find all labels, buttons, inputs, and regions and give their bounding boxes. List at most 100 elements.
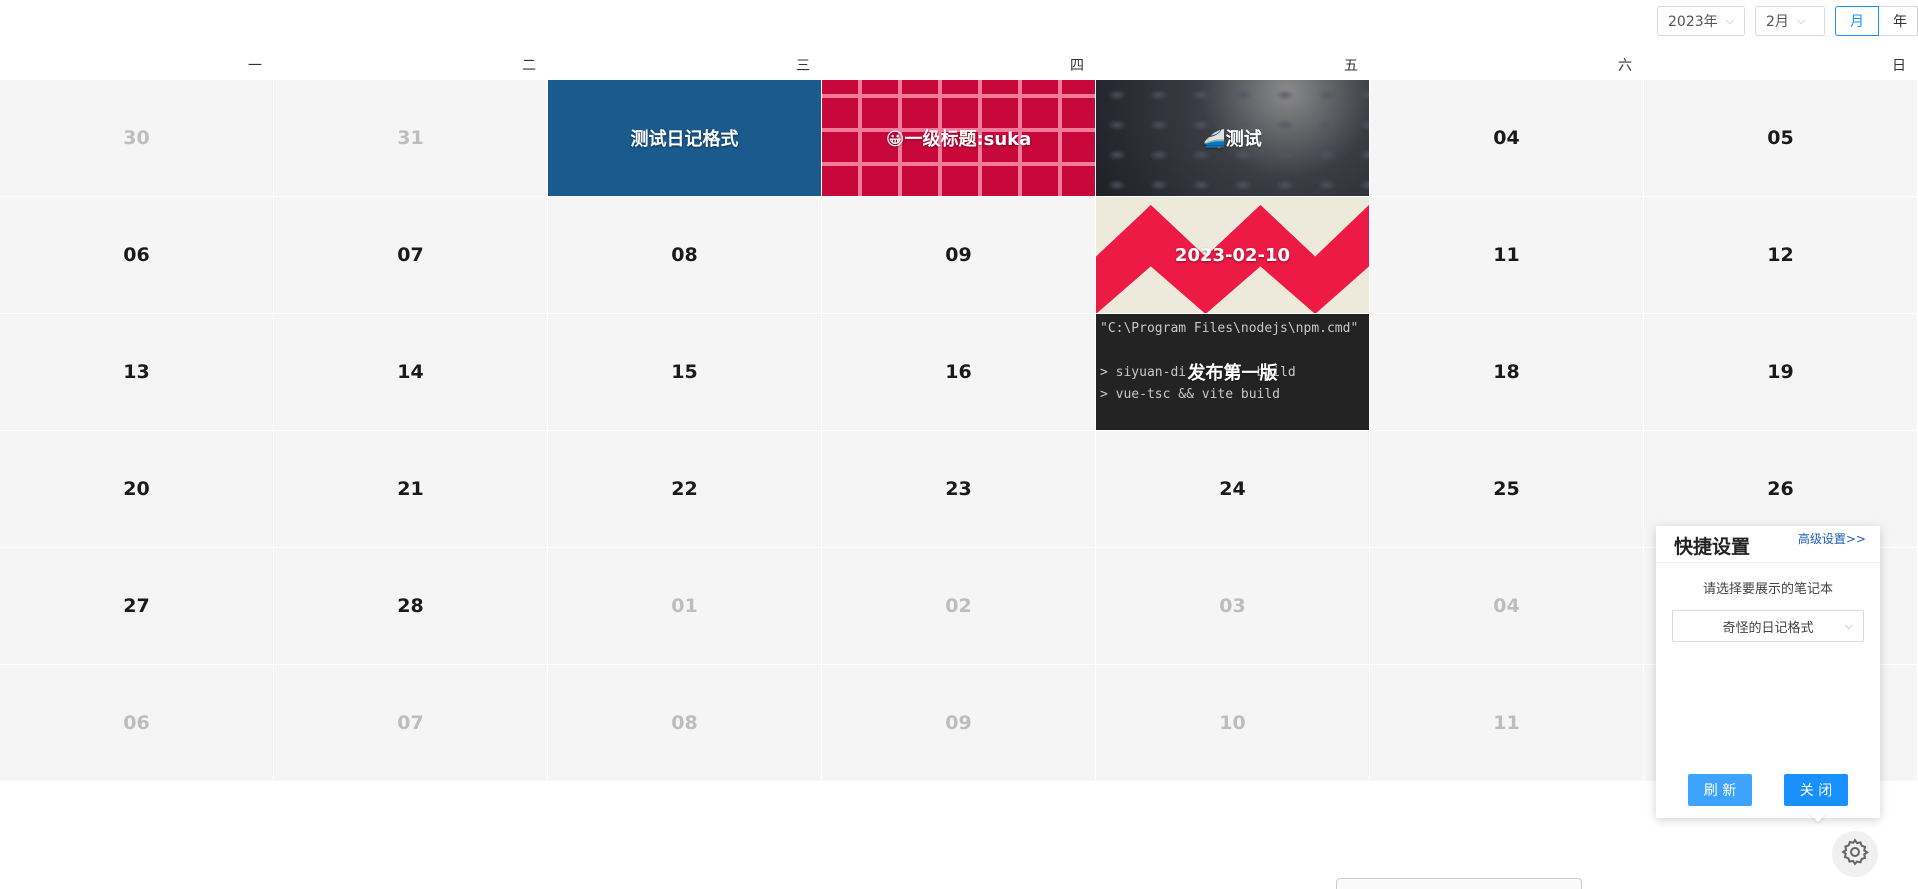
calendar-grid: 30 31 测试日记格式 😀一级标题:suka 🚄测试 04 05 06 07 08 09 2023-… bbox=[0, 80, 1918, 782]
day-cell[interactable]: 22 bbox=[548, 431, 822, 548]
day-cell[interactable]: 10 bbox=[1096, 665, 1370, 782]
chevron-down-icon: ⌵ bbox=[1796, 14, 1806, 27]
day-cell[interactable]: 13 bbox=[0, 314, 274, 431]
day-cell[interactable]: 18 bbox=[1370, 314, 1644, 431]
entry-title: 🚄测试 bbox=[1203, 129, 1262, 150]
day-number: 04 bbox=[1493, 127, 1520, 149]
day-cell[interactable]: 23 bbox=[822, 431, 1096, 548]
day-cell[interactable]: 06 bbox=[0, 665, 274, 782]
diary-entry-cell[interactable]: 测试日记格式 bbox=[548, 80, 822, 197]
chevron-down-icon: ⌵ bbox=[1844, 619, 1853, 632]
day-cell[interactable]: 15 bbox=[548, 314, 822, 431]
day-number: 25 bbox=[1493, 478, 1520, 500]
day-number: 03 bbox=[1219, 595, 1246, 617]
chevron-down-icon: ⌵ bbox=[1725, 14, 1734, 27]
month-select[interactable]: 2月 ⌵ bbox=[1755, 6, 1825, 36]
day-number: 06 bbox=[123, 712, 150, 734]
weekday-label: 五 bbox=[1344, 58, 1358, 74]
weekday-label: 日 bbox=[1892, 58, 1906, 74]
day-number: 21 bbox=[397, 478, 424, 500]
day-cell[interactable]: 03 bbox=[1096, 548, 1370, 665]
day-cell[interactable]: 28 bbox=[274, 548, 548, 665]
day-cell[interactable]: 12 bbox=[1644, 197, 1918, 314]
refresh-button[interactable]: 刷 新 bbox=[1688, 774, 1752, 806]
day-number: 22 bbox=[671, 478, 698, 500]
day-cell[interactable]: 27 bbox=[0, 548, 274, 665]
weekday-header: 一 二 三 四 五 六 日 bbox=[0, 52, 1918, 80]
day-cell[interactable]: 19 bbox=[1644, 314, 1918, 431]
day-number: 14 bbox=[397, 361, 424, 383]
quick-settings-panel: 快捷设置 高级设置>> 请选择要展示的笔记本 奇怪的日记格式 ⌵ 刷 新 关 闭 bbox=[1656, 526, 1880, 818]
entry-overlay: 发布第一版 bbox=[1096, 314, 1369, 430]
day-number: 04 bbox=[1493, 595, 1520, 617]
day-cell[interactable]: 31 bbox=[274, 80, 548, 197]
day-number: 30 bbox=[123, 127, 150, 149]
day-number: 06 bbox=[123, 244, 150, 266]
view-year-button[interactable]: 年 bbox=[1879, 6, 1918, 36]
notebook-select-value: 奇怪的日记格式 bbox=[1722, 620, 1814, 636]
day-number: 26 bbox=[1767, 478, 1794, 500]
weekday-label: 三 bbox=[796, 58, 810, 74]
day-cell[interactable]: 01 bbox=[548, 548, 822, 665]
weekday-label: 六 bbox=[1618, 58, 1632, 74]
day-cell[interactable]: 05 bbox=[1644, 80, 1918, 197]
day-number: 28 bbox=[397, 595, 424, 617]
notebook-prompt: 请选择要展示的笔记本 bbox=[1702, 582, 1833, 597]
panel-pointer bbox=[1808, 812, 1828, 822]
day-number: 07 bbox=[397, 712, 424, 734]
day-number: 08 bbox=[671, 712, 698, 734]
day-number: 09 bbox=[945, 244, 972, 266]
day-cell[interactable]: 11 bbox=[1370, 665, 1644, 782]
day-cell[interactable]: 20 bbox=[0, 431, 274, 548]
view-month-button[interactable]: 月 bbox=[1835, 6, 1879, 36]
day-number: 20 bbox=[123, 478, 150, 500]
day-cell[interactable]: 30 bbox=[0, 80, 274, 197]
day-number: 13 bbox=[123, 361, 150, 383]
day-cell[interactable]: 04 bbox=[1370, 80, 1644, 197]
day-cell[interactable]: 25 bbox=[1370, 431, 1644, 548]
day-number: 01 bbox=[671, 595, 698, 617]
day-cell[interactable]: 21 bbox=[274, 431, 548, 548]
day-number: 18 bbox=[1493, 361, 1520, 383]
close-button[interactable]: 关 闭 bbox=[1784, 774, 1848, 806]
day-number: 10 bbox=[1219, 712, 1246, 734]
year-select[interactable]: 2023年 ⌵ bbox=[1657, 6, 1745, 36]
day-cell[interactable]: 08 bbox=[548, 665, 822, 782]
day-cell[interactable]: 04 bbox=[1370, 548, 1644, 665]
bottom-dock bbox=[1336, 878, 1582, 889]
day-cell[interactable]: 09 bbox=[822, 197, 1096, 314]
advanced-settings-link[interactable]: 高级设置>> bbox=[1798, 530, 1866, 547]
day-number: 31 bbox=[397, 127, 424, 149]
day-number: 27 bbox=[123, 595, 150, 617]
diary-entry-cell[interactable]: 2023-02-10 bbox=[1096, 197, 1370, 314]
entry-title: 2023-02-10 bbox=[1174, 244, 1291, 266]
settings-button[interactable] bbox=[1832, 831, 1878, 877]
calendar-toolbar: 2023年 ⌵ 2月 ⌵ 月 年 bbox=[1657, 5, 1918, 37]
weekday-label: 一 bbox=[248, 58, 262, 74]
day-cell[interactable]: 14 bbox=[274, 314, 548, 431]
day-number: 19 bbox=[1767, 361, 1794, 383]
diary-entry-cell[interactable]: 😀一级标题:suka bbox=[822, 80, 1096, 197]
day-number: 16 bbox=[945, 361, 972, 383]
notebook-select[interactable]: 奇怪的日记格式 ⌵ bbox=[1672, 610, 1864, 642]
view-toggle: 月 年 bbox=[1835, 6, 1918, 36]
entry-title: 😀一级标题:suka bbox=[885, 129, 1032, 150]
day-number: 02 bbox=[945, 595, 972, 617]
year-select-value: 2023年 bbox=[1668, 14, 1718, 30]
entry-title: 测试日记格式 bbox=[630, 129, 739, 150]
day-number: 09 bbox=[945, 712, 972, 734]
day-cell[interactable]: 24 bbox=[1096, 431, 1370, 548]
weekday-label: 四 bbox=[1070, 58, 1084, 74]
day-cell[interactable]: 07 bbox=[274, 665, 548, 782]
day-cell[interactable]: 11 bbox=[1370, 197, 1644, 314]
day-cell[interactable]: 16 bbox=[822, 314, 1096, 431]
panel-divider bbox=[1656, 562, 1880, 563]
day-cell[interactable]: 07 bbox=[274, 197, 548, 314]
diary-entry-cell[interactable]: "C:\Program Files\nodejs\npm.cmd" > siyua… bbox=[1096, 314, 1370, 431]
day-cell[interactable]: 02 bbox=[822, 548, 1096, 665]
day-cell[interactable]: 06 bbox=[0, 197, 274, 314]
day-cell[interactable]: 09 bbox=[822, 665, 1096, 782]
month-select-value: 2月 bbox=[1766, 14, 1789, 30]
diary-entry-cell[interactable]: 🚄测试 bbox=[1096, 80, 1370, 197]
day-cell[interactable]: 08 bbox=[548, 197, 822, 314]
